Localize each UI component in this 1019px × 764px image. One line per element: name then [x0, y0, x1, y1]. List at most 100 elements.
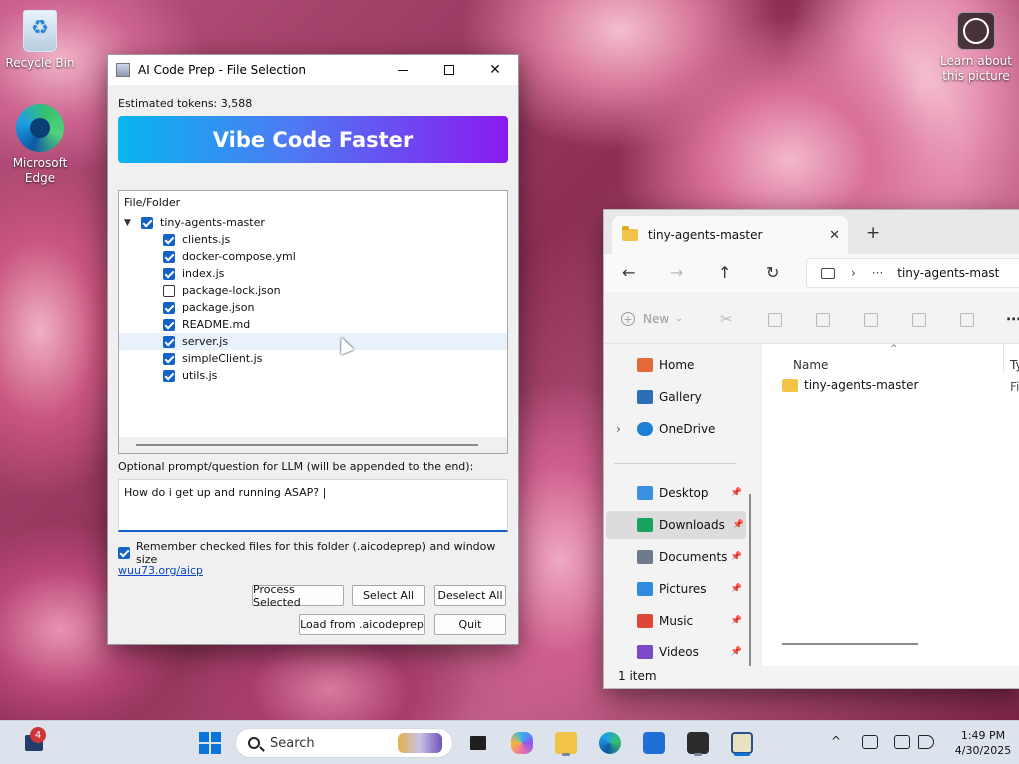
tree-file-row[interactable]: server.js: [119, 333, 507, 350]
new-button[interactable]: + New ⌄: [621, 312, 683, 326]
window-title: AI Code Prep - File Selection: [138, 63, 306, 77]
share-icon[interactable]: [912, 313, 926, 327]
volume-icon[interactable]: [918, 735, 934, 749]
nav-item-documents[interactable]: Documents 📌: [604, 543, 744, 571]
up-arrow-icon[interactable]: ↑: [718, 263, 731, 282]
python-app-button[interactable]: [728, 729, 756, 757]
column-header-name[interactable]: Name: [793, 358, 828, 372]
file-checkbox[interactable]: [163, 250, 175, 263]
file-list-item[interactable]: tiny-agents-master: [782, 378, 918, 392]
file-checkbox[interactable]: [163, 284, 175, 297]
clock[interactable]: 1:49 PM 4/30/2025: [948, 728, 1018, 758]
store-button[interactable]: [640, 729, 668, 757]
address-path[interactable]: tiny-agents-mast: [897, 266, 999, 280]
remember-option[interactable]: Remember checked files for this folder (…: [118, 540, 518, 566]
nav-pane-scrollbar[interactable]: [749, 494, 751, 684]
pin-icon[interactable]: 📌: [733, 520, 744, 530]
tree-horizontal-scrollbar[interactable]: [119, 437, 507, 453]
edge-shortcut[interactable]: Microsoft Edge: [2, 104, 78, 186]
nav-item-home[interactable]: Home: [604, 351, 744, 379]
tree-file-row[interactable]: index.js: [119, 265, 507, 282]
nav-item-videos[interactable]: Videos 📌: [604, 638, 744, 666]
pin-icon[interactable]: 📌: [731, 616, 742, 626]
nav-item-pictures[interactable]: Pictures 📌: [604, 575, 744, 603]
close-button[interactable]: ✕: [472, 55, 518, 85]
quit-button[interactable]: Quit: [434, 614, 506, 635]
explorer-tab[interactable]: tiny-agents-master ✕: [612, 216, 848, 254]
maximize-button[interactable]: [426, 55, 472, 85]
process-selected-button[interactable]: Process Selected: [252, 583, 344, 609]
column-header-type[interactable]: Ty: [1010, 358, 1019, 372]
chevron-down-icon[interactable]: ▼: [124, 218, 134, 228]
tree-file-row[interactable]: README.md: [119, 316, 507, 333]
learn-about-picture-shortcut[interactable]: Learn about this picture: [938, 12, 1014, 84]
task-view-button[interactable]: [464, 729, 492, 757]
tree-root-row[interactable]: ▼ tiny-agents-master: [119, 214, 507, 231]
terminal-button[interactable]: [684, 729, 712, 757]
chevron-right-icon[interactable]: ›: [616, 422, 637, 436]
address-bar[interactable]: › ··· tiny-agents-mast: [806, 258, 1019, 288]
taskbar-search[interactable]: Search: [235, 728, 453, 758]
select-all-button[interactable]: Select All: [352, 585, 425, 606]
pin-icon[interactable]: 📌: [731, 584, 742, 594]
file-checkbox[interactable]: [163, 318, 175, 331]
delete-icon[interactable]: [960, 313, 974, 327]
pin-icon[interactable]: 📌: [731, 488, 742, 498]
copy-icon[interactable]: [768, 313, 782, 327]
file-checkbox[interactable]: [163, 267, 175, 280]
cut-icon[interactable]: ✂: [720, 310, 734, 328]
refresh-icon[interactable]: ↻: [766, 263, 779, 282]
file-explorer-button[interactable]: [552, 729, 580, 757]
nav-item-desktop[interactable]: Desktop 📌: [604, 479, 744, 507]
nav-item-gallery[interactable]: Gallery: [604, 383, 744, 411]
tree-file-row[interactable]: simpleClient.js: [119, 350, 507, 367]
column-separator[interactable]: [1003, 344, 1004, 372]
pin-icon[interactable]: 📌: [731, 552, 742, 562]
file-checkbox[interactable]: [163, 233, 175, 246]
file-label: docker-compose.yml: [182, 250, 296, 263]
recycle-bin-shortcut[interactable]: Recycle Bin: [2, 10, 78, 71]
start-button[interactable]: [196, 729, 224, 757]
tree-file-row[interactable]: package-lock.json: [119, 282, 507, 299]
token-estimate: Estimated tokens: 3,588: [118, 97, 253, 110]
chevron-up-icon[interactable]: ^: [831, 734, 841, 748]
nav-item-music[interactable]: Music 📌: [604, 607, 744, 635]
file-checkbox[interactable]: [163, 369, 175, 382]
remember-checkbox[interactable]: [118, 547, 130, 559]
tree-file-row[interactable]: docker-compose.yml: [119, 248, 507, 265]
paste-icon[interactable]: [816, 313, 830, 327]
root-checkbox[interactable]: [141, 216, 153, 229]
website-link[interactable]: wuu73.org/aicp: [118, 564, 203, 577]
forward-arrow-icon[interactable]: →: [670, 263, 683, 282]
pin-icon[interactable]: 📌: [731, 647, 742, 657]
rename-icon[interactable]: [864, 313, 878, 327]
close-tab-icon[interactable]: ✕: [829, 228, 840, 243]
file-list: ^ Name Ty tiny-agents-master Fi: [762, 344, 1019, 669]
display-icon[interactable]: [894, 735, 910, 749]
new-tab-button[interactable]: +: [866, 223, 880, 243]
more-options-icon[interactable]: ⋯: [1006, 310, 1019, 328]
file-checkbox[interactable]: [163, 335, 175, 348]
more-icon[interactable]: ···: [872, 266, 883, 280]
title-bar[interactable]: AI Code Prep - File Selection ✕: [108, 55, 518, 85]
tree-file-row[interactable]: package.json: [119, 299, 507, 316]
chevron-right-icon[interactable]: ›: [851, 266, 856, 280]
vibe-code-faster-banner[interactable]: Vibe Code Faster: [118, 116, 508, 163]
edge-button[interactable]: [596, 729, 624, 757]
nav-item-label: OneDrive: [659, 422, 716, 436]
tree-file-row[interactable]: utils.js: [119, 367, 507, 384]
network-icon[interactable]: [862, 735, 878, 749]
nav-item-downloads[interactable]: Downloads 📌: [606, 511, 746, 539]
minimize-button[interactable]: [380, 55, 426, 85]
scrollbar-thumb[interactable]: [136, 444, 478, 446]
tree-file-row[interactable]: clients.js: [119, 231, 507, 248]
deselect-all-button[interactable]: Deselect All: [434, 585, 506, 606]
load-from-aicodeprep-button[interactable]: Load from .aicodeprep: [299, 614, 425, 635]
file-list-scrollbar[interactable]: [782, 643, 918, 645]
copilot-button[interactable]: [508, 729, 536, 757]
file-checkbox[interactable]: [163, 301, 175, 314]
back-arrow-icon[interactable]: ←: [622, 263, 635, 282]
nav-item-onedrive[interactable]: › OneDrive: [604, 415, 744, 443]
prompt-textarea[interactable]: How do i get up and running ASAP? |: [118, 479, 508, 532]
file-checkbox[interactable]: [163, 352, 175, 365]
